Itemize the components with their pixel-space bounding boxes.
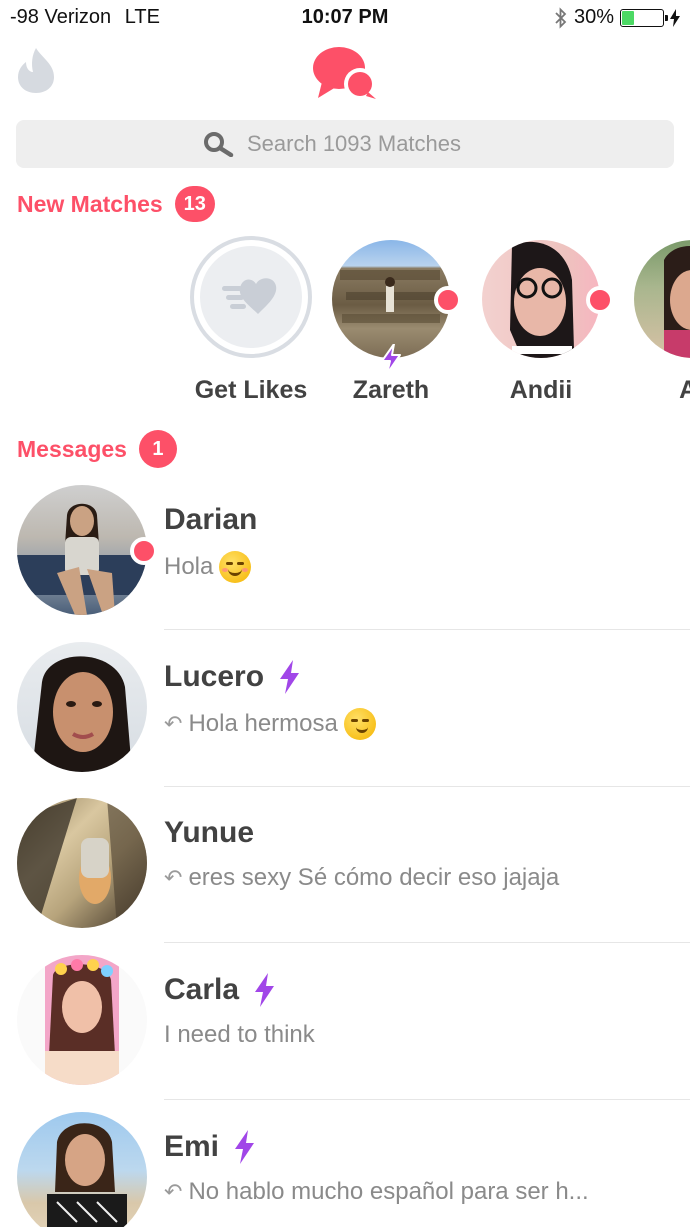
message-preview: No hablo mucho español para ser h... xyxy=(188,1178,589,1205)
get-likes-item[interactable]: Get Likes xyxy=(176,236,326,405)
super-like-bolt-icon xyxy=(255,973,275,1007)
avatar xyxy=(17,798,147,928)
reply-arrow-icon: ↶ xyxy=(164,1179,183,1204)
reply-arrow-icon: ↶ xyxy=(164,711,183,736)
unread-dot xyxy=(434,286,462,314)
new-matches-header: New Matches 13 xyxy=(17,186,215,222)
reply-arrow-icon: ↶ xyxy=(164,865,183,890)
avatar xyxy=(482,240,600,358)
match-name: Zareth xyxy=(352,376,430,404)
row-divider xyxy=(164,1099,690,1100)
match-ar[interactable]: Ar xyxy=(618,236,690,405)
message-sender-name: Emi xyxy=(164,1130,220,1163)
row-divider xyxy=(164,786,690,787)
search-bar[interactable] xyxy=(16,120,674,168)
message-sender-name: Lucero xyxy=(164,660,265,693)
unread-dot xyxy=(130,537,158,565)
message-preview: I need to think xyxy=(164,1021,315,1048)
message-row-yunue[interactable]: Yunue ↶ eres sexy Sé cómo decir eso jaja… xyxy=(0,798,690,954)
heart-wings-icon xyxy=(222,278,277,314)
message-preview: eres sexy Sé cómo decir eso jajaja xyxy=(188,864,560,891)
get-likes-ring xyxy=(190,236,312,358)
messages-icon[interactable] xyxy=(310,42,380,102)
battery-icon xyxy=(620,8,668,27)
message-row-emi[interactable]: Emi ↶ No hablo mucho español para ser h.… xyxy=(0,1112,690,1227)
status-right: 30% xyxy=(554,6,680,29)
avatar xyxy=(17,642,147,772)
match-andii[interactable]: Andii xyxy=(466,236,616,405)
match-name: Ar xyxy=(679,376,690,404)
smiling-blush-emoji-icon xyxy=(219,551,252,583)
super-like-bolt-icon xyxy=(280,660,300,694)
new-matches-carousel[interactable]: Get Likes Zareth Andii A xyxy=(0,236,690,411)
messages-count-badge: 1 xyxy=(138,430,177,468)
row-divider xyxy=(164,942,690,943)
super-like-bolt-icon xyxy=(235,1130,255,1164)
new-matches-title: New Matches xyxy=(17,190,163,217)
avatar xyxy=(634,240,690,358)
battery-percent: 30% xyxy=(573,6,614,28)
new-matches-count-badge: 13 xyxy=(174,186,215,222)
avatar xyxy=(17,1112,147,1227)
bluetooth-icon xyxy=(555,6,567,29)
message-sender-name: Darian xyxy=(164,503,258,536)
message-row-lucero[interactable]: Lucero ↶ Hola hermosa xyxy=(0,642,690,798)
smirk-emoji-icon xyxy=(343,708,376,740)
battery-fill xyxy=(622,10,634,25)
avatar xyxy=(332,240,450,358)
match-name: Andii xyxy=(509,376,573,404)
super-like-bolt-icon xyxy=(381,344,401,374)
messages-title: Messages xyxy=(17,435,127,462)
charging-icon xyxy=(670,8,680,27)
row-divider xyxy=(164,629,690,630)
search-icon xyxy=(204,132,234,157)
message-row-darian[interactable]: Darian Hola xyxy=(0,485,690,641)
message-preview: Hola hermosa xyxy=(188,710,338,737)
match-zareth[interactable]: Zareth xyxy=(316,236,466,405)
status-bar: -98 Verizon LTE 10:07 PM 30% xyxy=(0,0,690,36)
search-input[interactable] xyxy=(247,131,487,157)
avatar xyxy=(17,485,147,615)
message-row-carla[interactable]: Carla I need to think xyxy=(0,955,690,1111)
message-sender-name: Carla xyxy=(164,973,240,1006)
message-sender-name: Yunue xyxy=(164,816,255,849)
message-preview: Hola xyxy=(164,553,214,580)
flame-icon[interactable] xyxy=(16,46,56,94)
match-name: Get Likes xyxy=(194,376,308,404)
avatar xyxy=(17,955,147,1085)
messages-header: Messages 1 xyxy=(17,430,177,468)
unread-dot xyxy=(586,286,614,314)
